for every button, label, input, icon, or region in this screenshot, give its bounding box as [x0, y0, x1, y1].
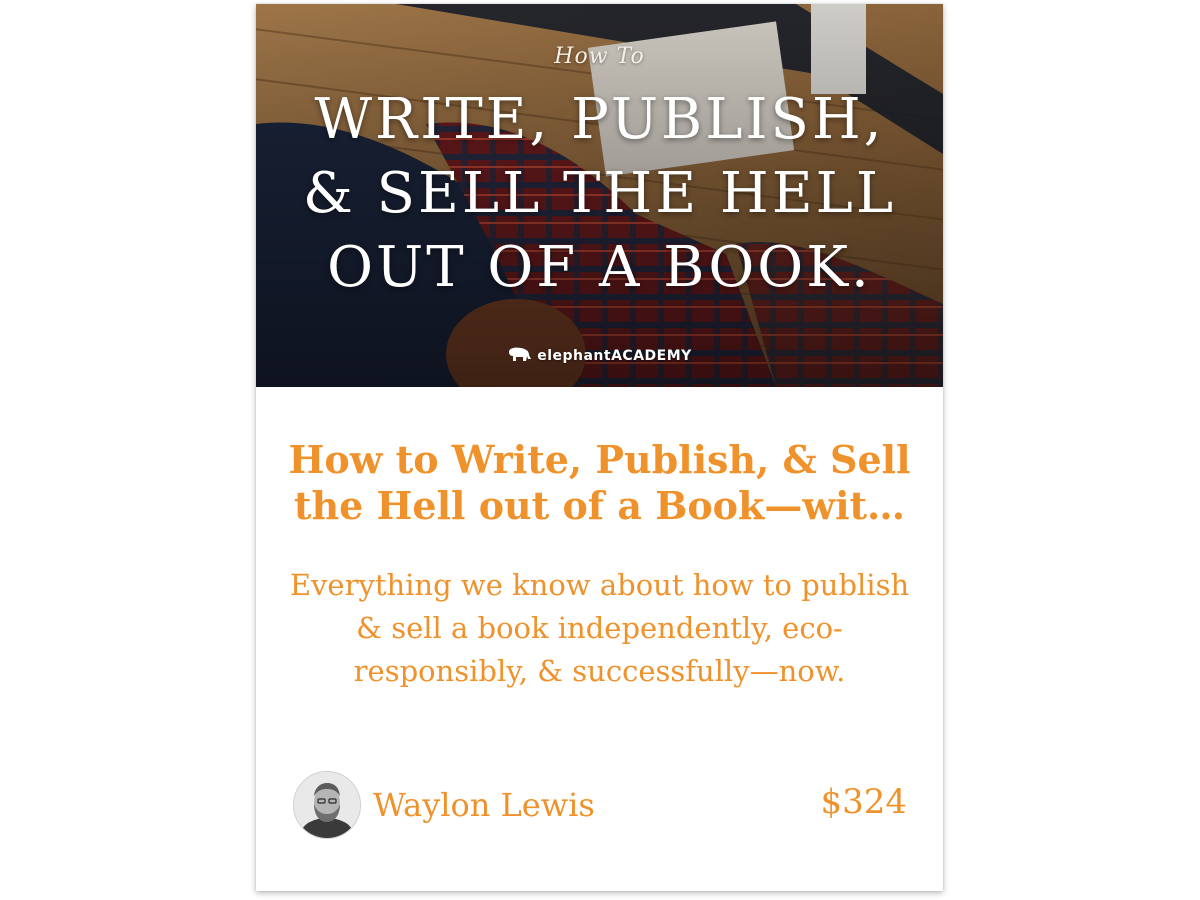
cover-title-line-1: WRITE, PUBLISH, — [314, 87, 885, 152]
elephant-icon — [507, 346, 533, 366]
course-subtitle: Everything we know about how to publish … — [289, 568, 910, 688]
course-price: $324 — [820, 782, 907, 822]
elephant-academy-logo: elephantACADEMY — [256, 346, 943, 366]
author-avatar[interactable] — [293, 771, 361, 839]
author-block[interactable]: Waylon Lewis — [293, 770, 595, 840]
cover-title-overlay: How To WRITE, PUBLISH, & SELL THE HELL O… — [256, 4, 943, 387]
cover-title-line-3: OUT OF A BOOK. — [327, 235, 872, 300]
cover-kicker: How To — [554, 44, 645, 69]
course-cover-image[interactable]: How To WRITE, PUBLISH, & SELL THE HELL O… — [256, 4, 943, 387]
logo-text: elephantACADEMY — [537, 348, 692, 364]
author-name[interactable]: Waylon Lewis — [373, 786, 595, 824]
course-card[interactable]: How To WRITE, PUBLISH, & SELL THE HELL O… — [256, 4, 943, 891]
cover-title-line-2: & SELL THE HELL — [302, 161, 897, 226]
course-title[interactable]: How to Write, Publish, & Sell the Hell o… — [276, 437, 923, 529]
